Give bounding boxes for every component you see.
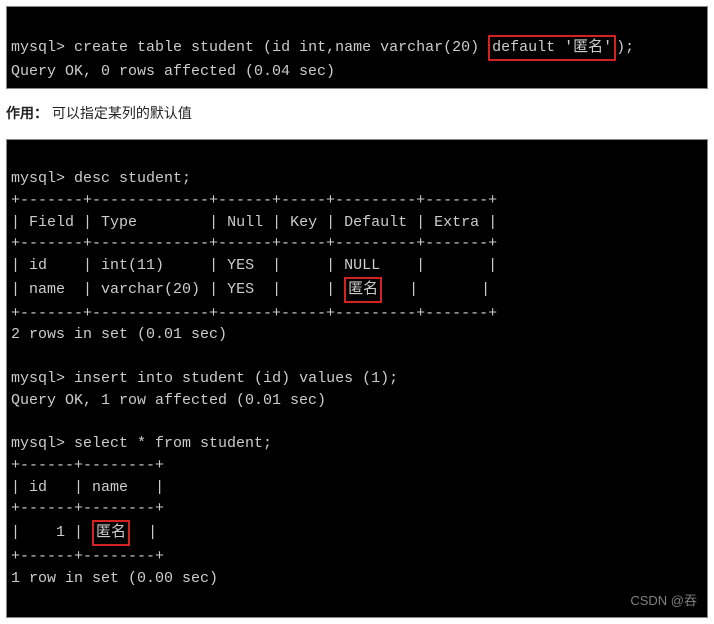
cell-default: NULL (344, 257, 380, 274)
prompt: mysql> (11, 370, 65, 387)
result-line: 2 rows in set (0.01 sec) (11, 326, 227, 343)
terminal-block-2: mysql> desc student; +-------+----------… (6, 139, 708, 618)
table-border: +-------+-------------+------+-----+----… (11, 192, 497, 209)
col-field: Field (29, 214, 74, 231)
col-extra: Extra (434, 214, 479, 231)
csdn-watermark: CSDN @吞 (630, 592, 697, 611)
name-value-highlight: 匿名 (92, 520, 130, 546)
caption-body: 可以指定某列的默认值 (52, 105, 192, 121)
cell-id: 1 (56, 524, 65, 541)
sql-select: select * from student; (74, 435, 272, 452)
cell-null: YES (227, 281, 254, 298)
table-border: +------+--------+ (11, 548, 164, 565)
prompt: mysql> (11, 435, 65, 452)
table-border: +------+--------+ (11, 457, 164, 474)
cell-null: YES (227, 257, 254, 274)
col-name: name (92, 479, 128, 496)
table-border: +------+--------+ (11, 500, 164, 517)
col-id: id (29, 479, 47, 496)
sql-create-before: create table student (id int,name varcha… (74, 39, 488, 56)
default-value-highlight: 匿名 (344, 277, 382, 303)
prompt: mysql> (11, 39, 65, 56)
result-line: Query OK, 1 row affected (0.01 sec) (11, 392, 326, 409)
sql-create-after: ); (616, 39, 634, 56)
result-line: 1 row in set (0.00 sec) (11, 570, 218, 587)
default-clause-highlight: default '匿名' (488, 35, 616, 61)
sql-insert: insert into student (id) values (1); (74, 370, 398, 387)
cell-type: int(11) (101, 257, 164, 274)
sql-desc: desc student; (74, 170, 191, 187)
col-key: Key (290, 214, 317, 231)
caption-text: 作用： 可以指定某列的默认值 (0, 95, 714, 133)
cell-field: name (29, 281, 65, 298)
table-border: +-------+-------------+------+-----+----… (11, 305, 497, 322)
col-type: Type (101, 214, 137, 231)
cell-field: id (29, 257, 47, 274)
cell-type: varchar(20) (101, 281, 200, 298)
result-line: Query OK, 0 rows affected (0.04 sec) (11, 63, 335, 80)
table-border: +-------+-------------+------+-----+----… (11, 235, 497, 252)
caption-label: 作用： (6, 105, 48, 121)
col-null: Null (227, 214, 263, 231)
prompt: mysql> (11, 170, 65, 187)
terminal-block-1: mysql> create table student (id int,name… (6, 6, 708, 89)
col-default: Default (344, 214, 407, 231)
